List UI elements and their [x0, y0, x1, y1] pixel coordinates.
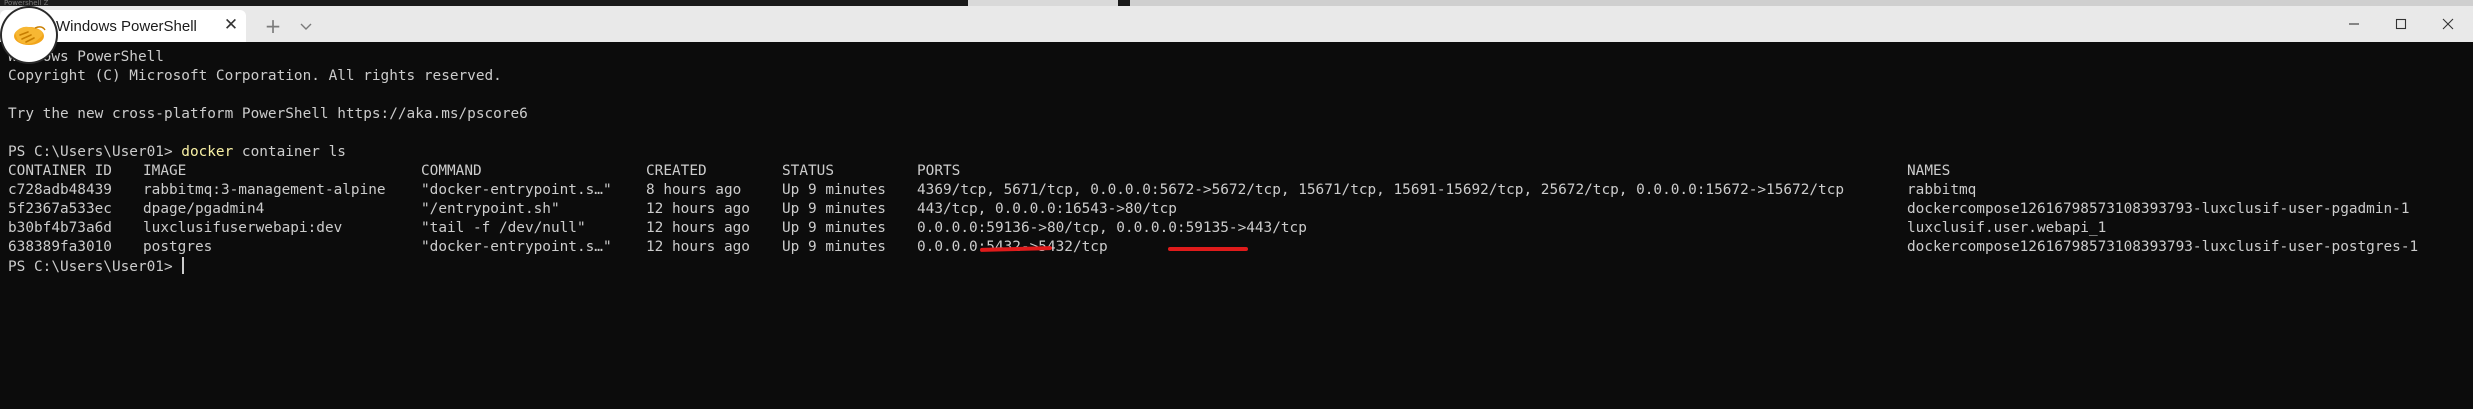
- cell-status: Up 9 minutes: [782, 201, 886, 217]
- cell-container-id: 5f2367a533ec: [8, 201, 112, 217]
- table-row: b30bf4b73a6d luxclusifuserwebapi:dev "ta…: [8, 219, 2468, 238]
- prompt: PS C:\Users\User01>: [8, 144, 182, 160]
- header-image: IMAGE: [143, 163, 187, 179]
- command-args: container ls: [233, 144, 346, 160]
- terminal-window: Powershell Z Windows PowerShell ✕ + Wind…: [0, 0, 2473, 409]
- cell-image: postgres: [143, 239, 213, 255]
- banner-copyright: Copyright (C) Microsoft Corporation. All…: [8, 68, 502, 84]
- cell-names: rabbitmq: [1907, 182, 1977, 198]
- cell-created: 12 hours ago: [646, 239, 750, 255]
- cell-ports: 4369/tcp, 5671/tcp, 0.0.0.0:5672->5672/t…: [917, 182, 1845, 198]
- header-ports: PORTS: [917, 163, 961, 179]
- prompt: PS C:\Users\User01>: [8, 259, 182, 275]
- cell-command: "/entrypoint.sh": [421, 201, 560, 217]
- cell-container-id: c728adb48439: [8, 182, 112, 198]
- cell-created: 12 hours ago: [646, 220, 750, 236]
- maximize-button[interactable]: [2378, 6, 2424, 42]
- close-button[interactable]: [2425, 6, 2471, 42]
- header-container-id: CONTAINER ID: [8, 163, 112, 179]
- minimize-button[interactable]: [2331, 6, 2377, 42]
- cell-command: "docker-entrypoint.s…": [421, 239, 612, 255]
- tab-title: Windows PowerShell: [56, 18, 197, 35]
- terminal-output[interactable]: Windows PowerShell Copyright (C) Microso…: [8, 48, 2468, 404]
- cell-names: dockercompose12616798573108393793-luxclu…: [1907, 239, 2419, 255]
- cell-image: rabbitmq:3-management-alpine: [143, 182, 386, 198]
- cell-created: 8 hours ago: [646, 182, 742, 198]
- text-cursor: [182, 257, 185, 274]
- cell-names: dockercompose12616798573108393793-luxclu…: [1907, 201, 2410, 217]
- header-names: NAMES: [1907, 163, 1951, 179]
- banner-pscore: Try the new cross-platform PowerShell ht…: [8, 106, 528, 122]
- cell-created: 12 hours ago: [646, 201, 750, 217]
- cell-ports: 443/tcp, 0.0.0.0:16543->80/tcp: [917, 201, 1177, 217]
- cell-ports: 0.0.0.0:59136->80/tcp, 0.0.0.0:59135->44…: [917, 220, 1307, 236]
- header-status: STATUS: [782, 163, 834, 179]
- tab-close-icon[interactable]: ✕: [222, 16, 240, 34]
- cell-container-id: 638389fa3010: [8, 239, 112, 255]
- new-tab-button[interactable]: +: [262, 15, 284, 37]
- table-row: 5f2367a533ec dpage/pgadmin4 "/entrypoint…: [8, 200, 2468, 219]
- header-created: CREATED: [646, 163, 707, 179]
- cell-status: Up 9 minutes: [782, 182, 886, 198]
- table-header: CONTAINER ID IMAGE COMMAND CREATED STATU…: [8, 162, 2468, 181]
- table-row: c728adb48439 rabbitmq:3-management-alpin…: [8, 181, 2468, 200]
- title-bar: Windows PowerShell ✕ +: [0, 6, 2473, 42]
- command-name: docker: [181, 144, 234, 160]
- cell-status: Up 9 minutes: [782, 239, 886, 255]
- redaction-mark: [1168, 247, 1248, 251]
- chevron-down-icon[interactable]: [296, 16, 316, 36]
- cell-container-id: b30bf4b73a6d: [8, 220, 112, 236]
- cell-command: "docker-entrypoint.s…": [421, 182, 612, 198]
- cell-names: luxclusif.user.webapi_1: [1907, 220, 2107, 236]
- minimize-icon: [2349, 23, 2359, 25]
- cell-image: luxclusifuserwebapi:dev: [143, 220, 343, 236]
- prompt-line-current[interactable]: PS C:\Users\User01>: [8, 257, 185, 276]
- header-command: COMMAND: [421, 163, 482, 179]
- close-icon: [2442, 18, 2454, 30]
- maximize-icon: [2395, 18, 2407, 30]
- prompt-line: PS C:\Users\User01> docker container ls: [8, 143, 346, 162]
- cell-image: dpage/pgadmin4: [143, 201, 265, 217]
- cell-command: "tail -f /dev/null": [421, 220, 586, 236]
- cell-status: Up 9 minutes: [782, 220, 886, 236]
- powershell-hands-icon: [2, 8, 56, 62]
